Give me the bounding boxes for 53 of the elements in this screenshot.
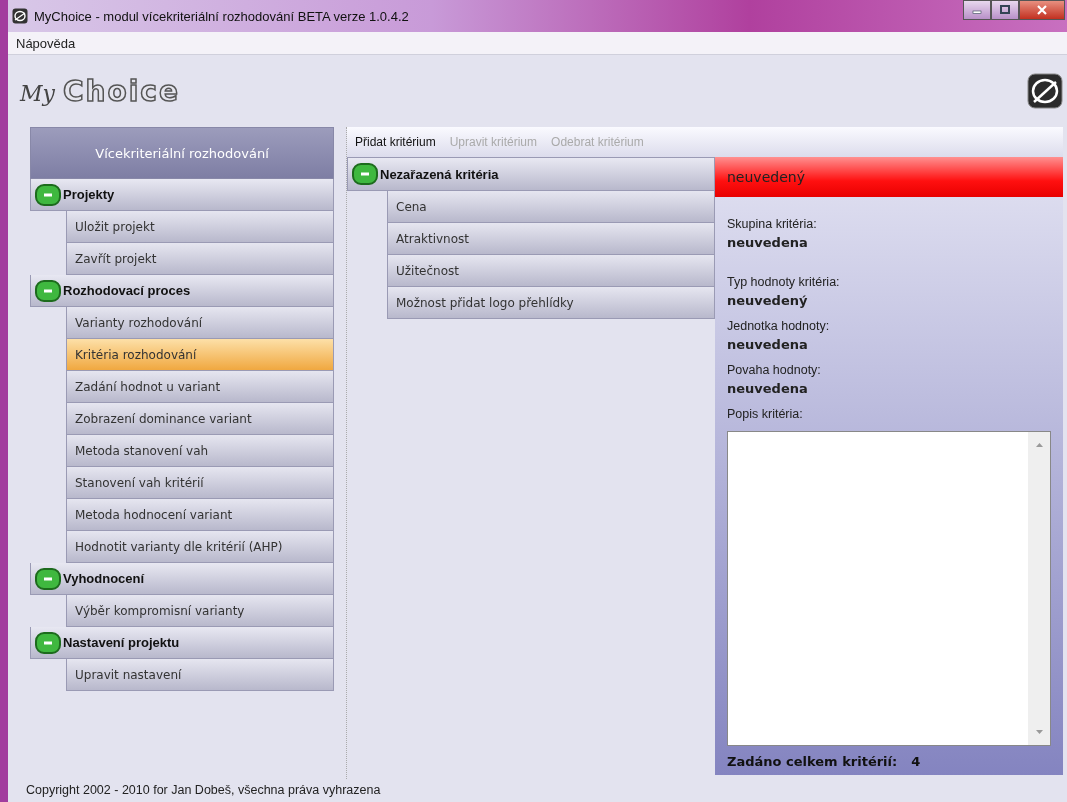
group-header[interactable]: Rozhodovací proces [30, 275, 334, 307]
sidebar-item[interactable]: Varianty rozhodování [66, 307, 334, 339]
description-field[interactable] [727, 431, 1051, 746]
logo-name: Choice [62, 74, 180, 108]
field-value: neuvedena [727, 234, 809, 252]
sidebar-item[interactable]: Upravit nastavení [66, 659, 334, 691]
collapse-icon[interactable] [35, 279, 61, 302]
sidebar-header: Vícekriteriální rozhodování [30, 127, 334, 179]
field-label: Skupina kritéria: [727, 216, 818, 233]
field-value: neuvedena [727, 380, 809, 398]
copyright-text: Copyright 2002 - 2010 for Jan Dobeš, všechna práva vyhrazena [25, 782, 382, 797]
sidebar-item[interactable]: Metoda stanovení vah [66, 435, 334, 467]
logo-prefix: My [20, 80, 55, 106]
collapse-icon[interactable] [35, 183, 61, 206]
sidebar-item[interactable]: Kritéria rozhodování [66, 339, 334, 371]
logo-icon [1027, 73, 1063, 109]
criterion-item[interactable]: Cena [387, 191, 715, 223]
group-header[interactable]: Vyhodnocení [30, 563, 334, 595]
total-value: 4 [911, 754, 921, 769]
sidebar-item[interactable]: Výběr kompromisní varianty [66, 595, 334, 627]
menu-item[interactable]: Nápověda [14, 35, 78, 51]
field-label: Typ hodnoty kritéria: [727, 274, 841, 291]
close-button[interactable] [1019, 0, 1065, 20]
sidebar-item[interactable]: Hodnotit varianty dle kritérií (AHP) [66, 531, 334, 563]
total-label: Zadáno celkem kritérií: [727, 754, 898, 769]
criterion-item[interactable]: Možnost přidat logo přehlídky [387, 287, 715, 319]
minimize-button[interactable] [963, 0, 991, 20]
close-icon [1036, 5, 1048, 15]
collapse-icon[interactable] [352, 163, 378, 185]
window-title: MyChoice - modul vícekriteriální rozhodování BETA verze 1.0.4.2 [34, 8, 409, 24]
criterion-item[interactable]: Atraktivnost [387, 223, 715, 255]
collapse-icon[interactable] [35, 631, 61, 654]
field-value: neuvedena [727, 336, 809, 354]
app-icon [12, 8, 28, 24]
sidebar-item[interactable]: Stanovení vah kritérií [66, 467, 334, 499]
criterion-header: neuvedený [715, 157, 1063, 197]
criterion-item[interactable]: Užitečnost [387, 255, 715, 287]
sidebar-item[interactable]: Metoda hodnocení variant [66, 499, 334, 531]
field-value: neuvedený [727, 292, 809, 310]
toolbar-item[interactable]: Přidat kritérium [355, 135, 436, 149]
sidebar-item[interactable]: Zobrazení dominance variant [66, 403, 334, 435]
maximize-button[interactable] [991, 0, 1019, 20]
group-header[interactable]: Projekty [30, 179, 334, 211]
group-header[interactable]: Nezařazená kritéria [347, 157, 715, 191]
sidebar-item[interactable]: Zadání hodnot u variant [66, 371, 334, 403]
field-label: Popis kritéria: [727, 406, 804, 423]
field-label: Povaha hodnoty: [727, 362, 822, 379]
field-label: Jednotka hodnoty: [727, 318, 831, 335]
sidebar-item[interactable]: Uložit projekt [66, 211, 334, 243]
maximize-icon [999, 5, 1011, 15]
sidebar-item[interactable]: Zavřít projekt [66, 243, 334, 275]
collapse-icon[interactable] [35, 567, 61, 590]
group-header[interactable]: Nastavení projektu [30, 627, 334, 659]
